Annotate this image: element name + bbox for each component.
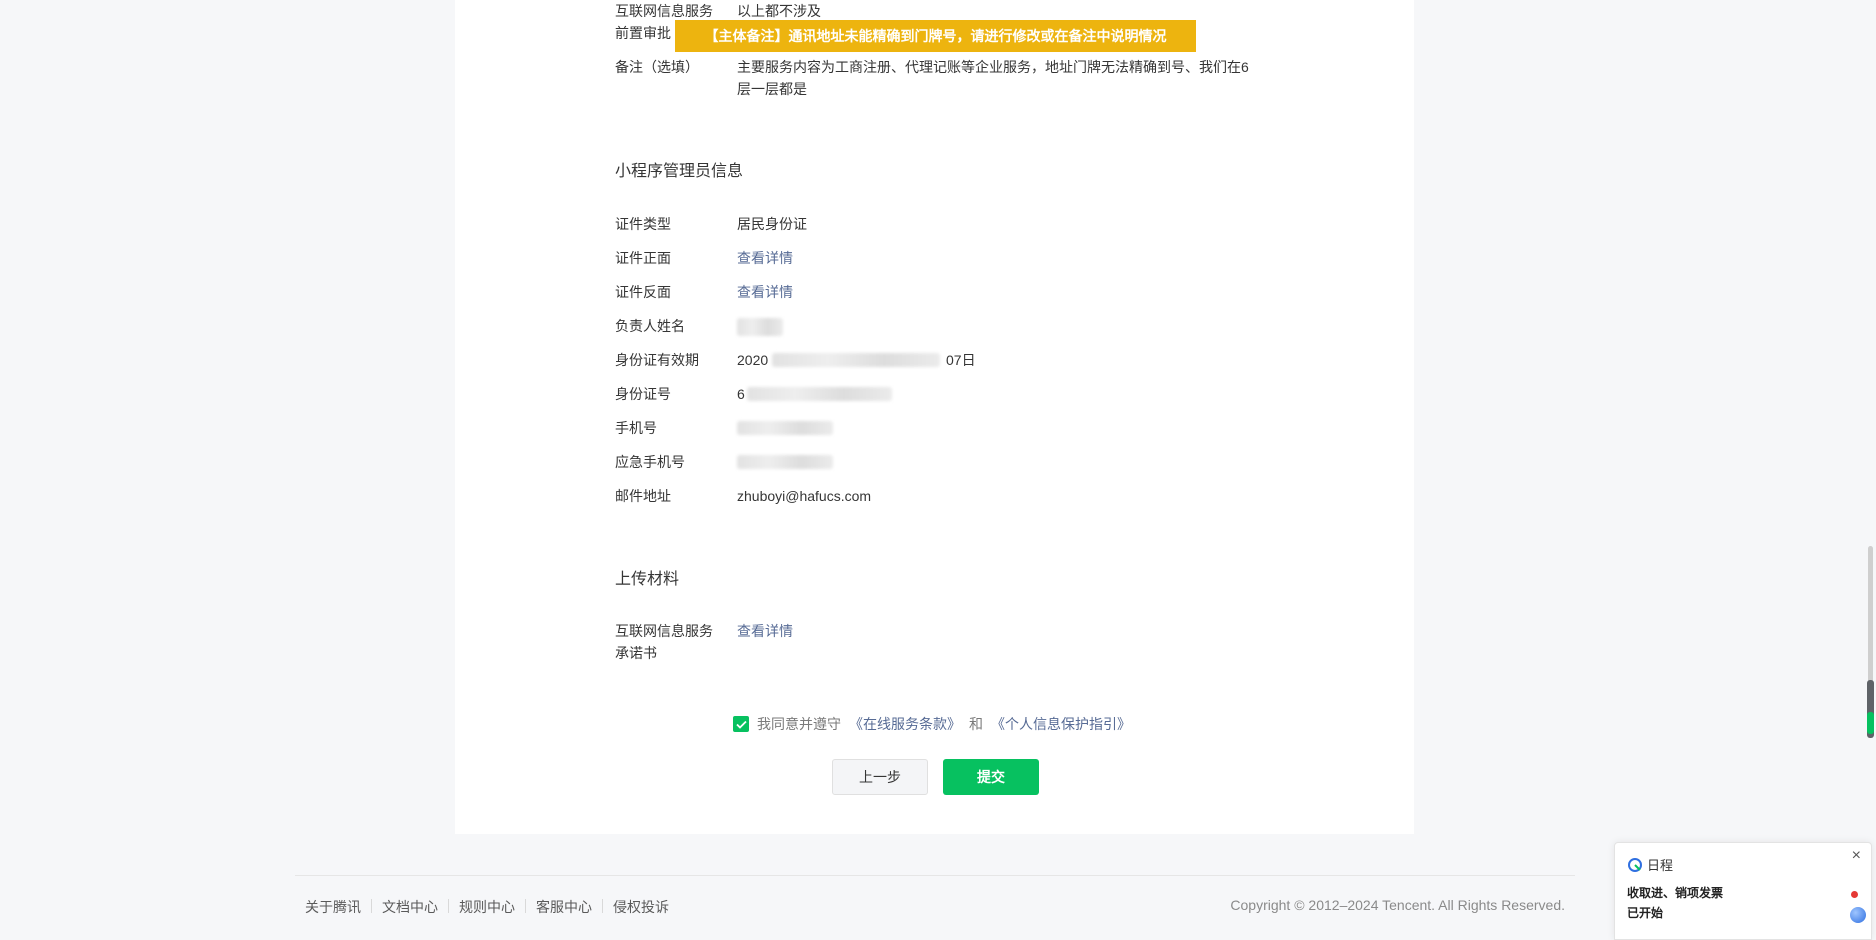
assistant-avatar-icon[interactable] [1850, 907, 1866, 923]
phone-label: 手机号 [615, 420, 657, 436]
responsible-name-label: 负责人姓名 [615, 318, 685, 334]
redacted-emergency-phone [737, 455, 833, 469]
upload-section-title: 上传材料 [615, 571, 680, 588]
notification-header: 日程 [1627, 855, 1673, 874]
emergency-phone-label: 应急手机号 [615, 454, 685, 470]
unread-dot-icon [1851, 891, 1858, 898]
email-value: zhuboyi@hafucs.com [737, 488, 872, 504]
agreement-and: 和 [969, 716, 983, 732]
close-icon[interactable]: × [1852, 847, 1861, 865]
redacted-name [737, 318, 783, 336]
id-back-label: 证件反面 [615, 284, 671, 300]
notification-message: 收取进、销项发票 [1627, 886, 1724, 900]
id-back-view-link[interactable]: 查看详情 [737, 281, 793, 303]
footer-separator [371, 899, 372, 913]
remark-label: 备注（选填） [615, 59, 699, 75]
schedule-notification[interactable]: 日程 × 收取进、销项发票 已开始 [1614, 842, 1872, 940]
previous-step-button[interactable]: 上一步 [832, 759, 928, 795]
internet-service-value: 以上都不涉及 [737, 3, 821, 19]
internet-service-label: 互联网信息服务 [615, 3, 713, 19]
footer-divider [295, 875, 1575, 876]
id-front-label: 证件正面 [615, 250, 671, 266]
agree-checkbox[interactable] [733, 716, 749, 732]
privacy-link[interactable]: 《个人信息保护指引》 [991, 714, 1131, 734]
commitment-label-line2: 承诺书 [615, 645, 657, 661]
check-icon [735, 720, 747, 729]
copyright-text: Copyright © 2012–2024 Tencent. All Right… [1230, 897, 1565, 913]
email-label: 邮件地址 [615, 488, 671, 504]
notification-app-name: 日程 [1647, 858, 1674, 873]
footer-separator [525, 899, 526, 913]
footer-separator [602, 899, 603, 913]
footer-link-about[interactable]: 关于腾讯 [305, 897, 361, 917]
id-validity-label: 身份证有效期 [615, 352, 699, 368]
redacted-id-number [747, 387, 892, 401]
footer-links: 关于腾讯 文档中心 规则中心 客服中心 侵权投诉 [305, 897, 669, 917]
admin-section-title: 小程序管理员信息 [615, 163, 744, 180]
form-card [455, 0, 1414, 834]
commitment-label-line1: 互联网信息服务 [615, 623, 713, 639]
footer-link-complaint[interactable]: 侵权投诉 [613, 897, 669, 917]
scrollbar-indicator [1867, 712, 1874, 734]
footer-link-support[interactable]: 客服中心 [536, 897, 592, 917]
subject-remark-banner: 【主体备注】通讯地址未能精确到门牌号，请进行修改或在备注中说明情况 [675, 20, 1196, 52]
footer-link-docs[interactable]: 文档中心 [382, 897, 438, 917]
commitment-view-link[interactable]: 查看详情 [737, 620, 793, 642]
agreement-row: 我同意并遵守 《在线服务条款》 和 《个人信息保护指引》 [733, 714, 1131, 734]
id-type-value: 居民身份证 [737, 216, 807, 232]
submit-button[interactable]: 提交 [943, 759, 1039, 795]
footer-link-rules[interactable]: 规则中心 [459, 897, 515, 917]
remark-value-line1: 主要服务内容为工商注册、代理记账等企业服务，地址门牌无法精确到号、我们在6 [737, 59, 1249, 75]
id-number-label: 身份证号 [615, 386, 671, 402]
notification-status: 已开始 [1627, 906, 1664, 920]
agreement-prefix: 我同意并遵守 [757, 716, 841, 732]
terms-link[interactable]: 《在线服务条款》 [849, 714, 961, 734]
schedule-app-icon [1628, 857, 1642, 872]
redacted-phone [737, 421, 833, 435]
id-validity-prefix: 2020 [737, 352, 769, 368]
redacted-id-validity [772, 353, 940, 367]
id-number-prefix: 6 [737, 386, 745, 402]
id-front-view-link[interactable]: 查看详情 [737, 247, 793, 269]
id-validity-suffix: 07日 [946, 352, 976, 368]
footer-separator [448, 899, 449, 913]
id-type-label: 证件类型 [615, 216, 671, 232]
pre-approval-label: 前置审批 [615, 25, 671, 41]
remark-value-line2: 层一层都是 [737, 81, 807, 97]
